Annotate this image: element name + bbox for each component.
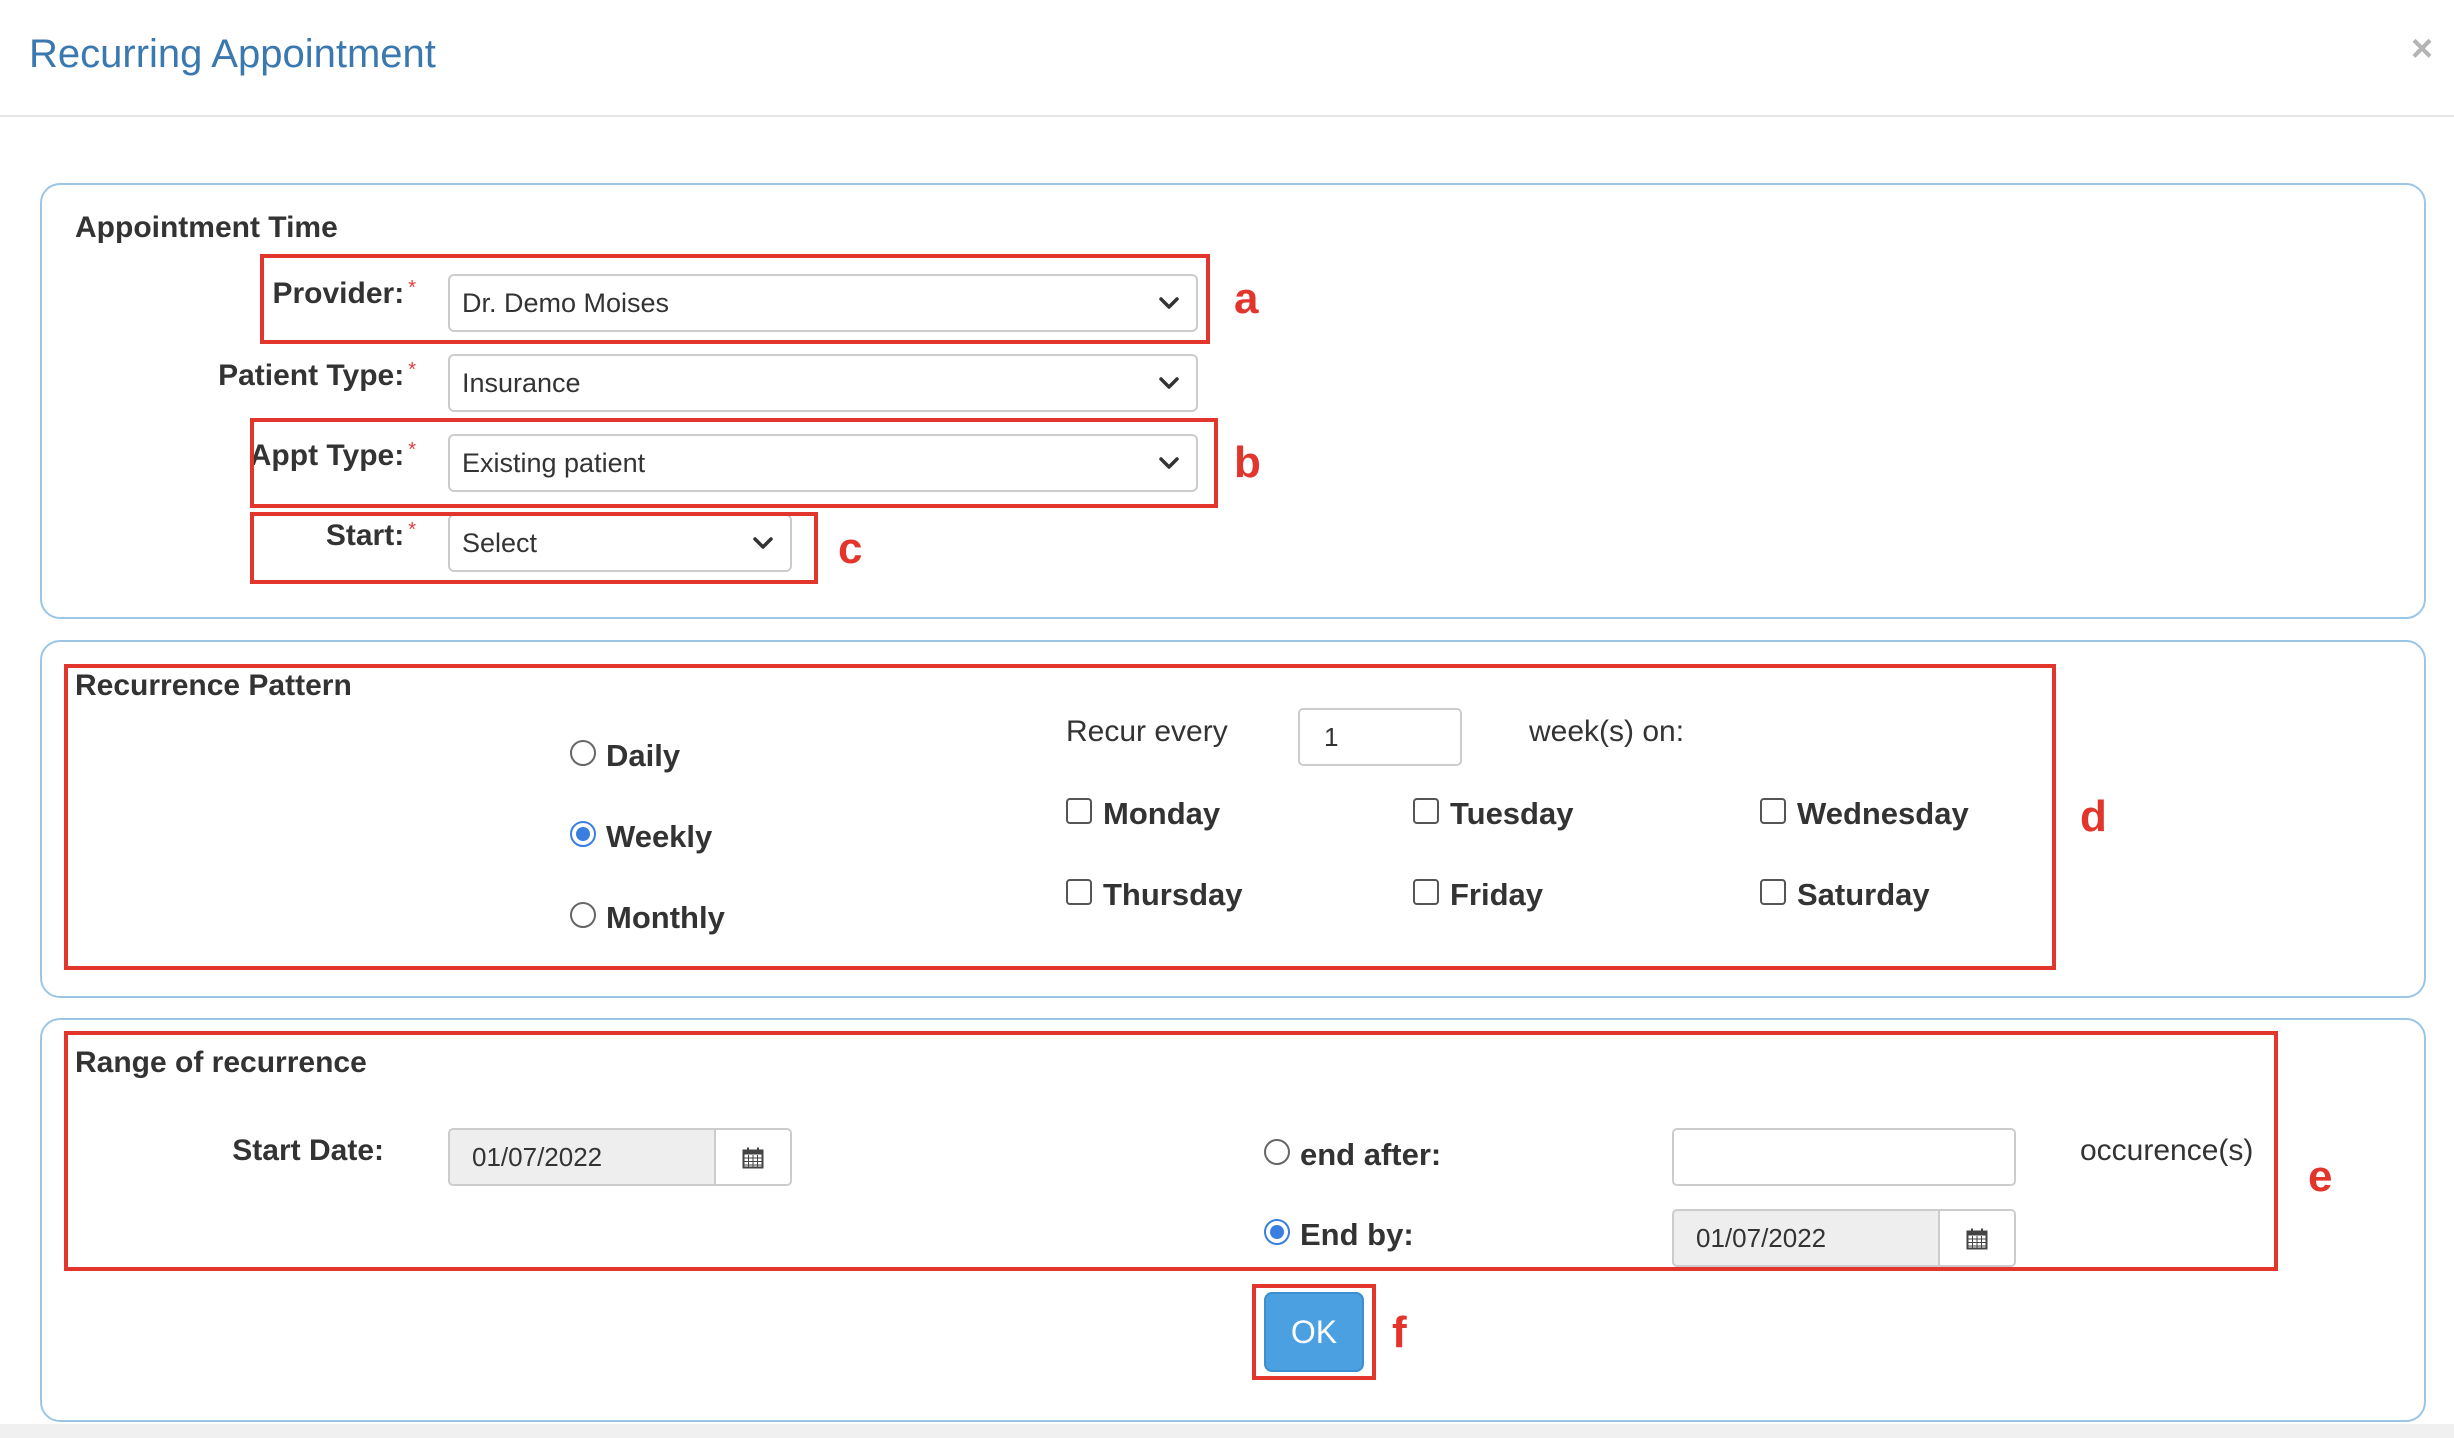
appointment-time-legend: Appointment Time <box>75 211 338 244</box>
annotation-box-d <box>64 664 2056 970</box>
annotation-box-e <box>64 1031 2278 1271</box>
annotation-label-b: b <box>1234 438 1261 487</box>
annotation-label-c: c <box>838 524 863 573</box>
annotation-box-c <box>250 512 818 584</box>
annotation-label-f: f <box>1392 1308 1407 1357</box>
required-marker: * <box>408 359 416 381</box>
patient-type-label: Patient Type: * <box>150 356 416 396</box>
annotation-box-f <box>1252 1284 1376 1380</box>
modal-title: Recurring Appointment <box>29 32 436 76</box>
annotation-label-a: a <box>1234 274 1259 323</box>
patient-type-label-text: Patient Type: <box>218 359 405 392</box>
annotation-label-e: e <box>2308 1152 2333 1201</box>
header-divider <box>0 115 2454 117</box>
annotation-label-d: d <box>2080 792 2107 841</box>
patient-type-select[interactable]: Insurance <box>448 354 1198 412</box>
patient-type-value: Insurance <box>462 368 581 398</box>
bottom-strip <box>0 1424 2454 1438</box>
annotation-box-a <box>260 254 1210 344</box>
chevron-down-icon <box>1159 377 1179 389</box>
close-icon[interactable]: × <box>2402 26 2442 72</box>
annotation-box-b <box>250 418 1218 508</box>
